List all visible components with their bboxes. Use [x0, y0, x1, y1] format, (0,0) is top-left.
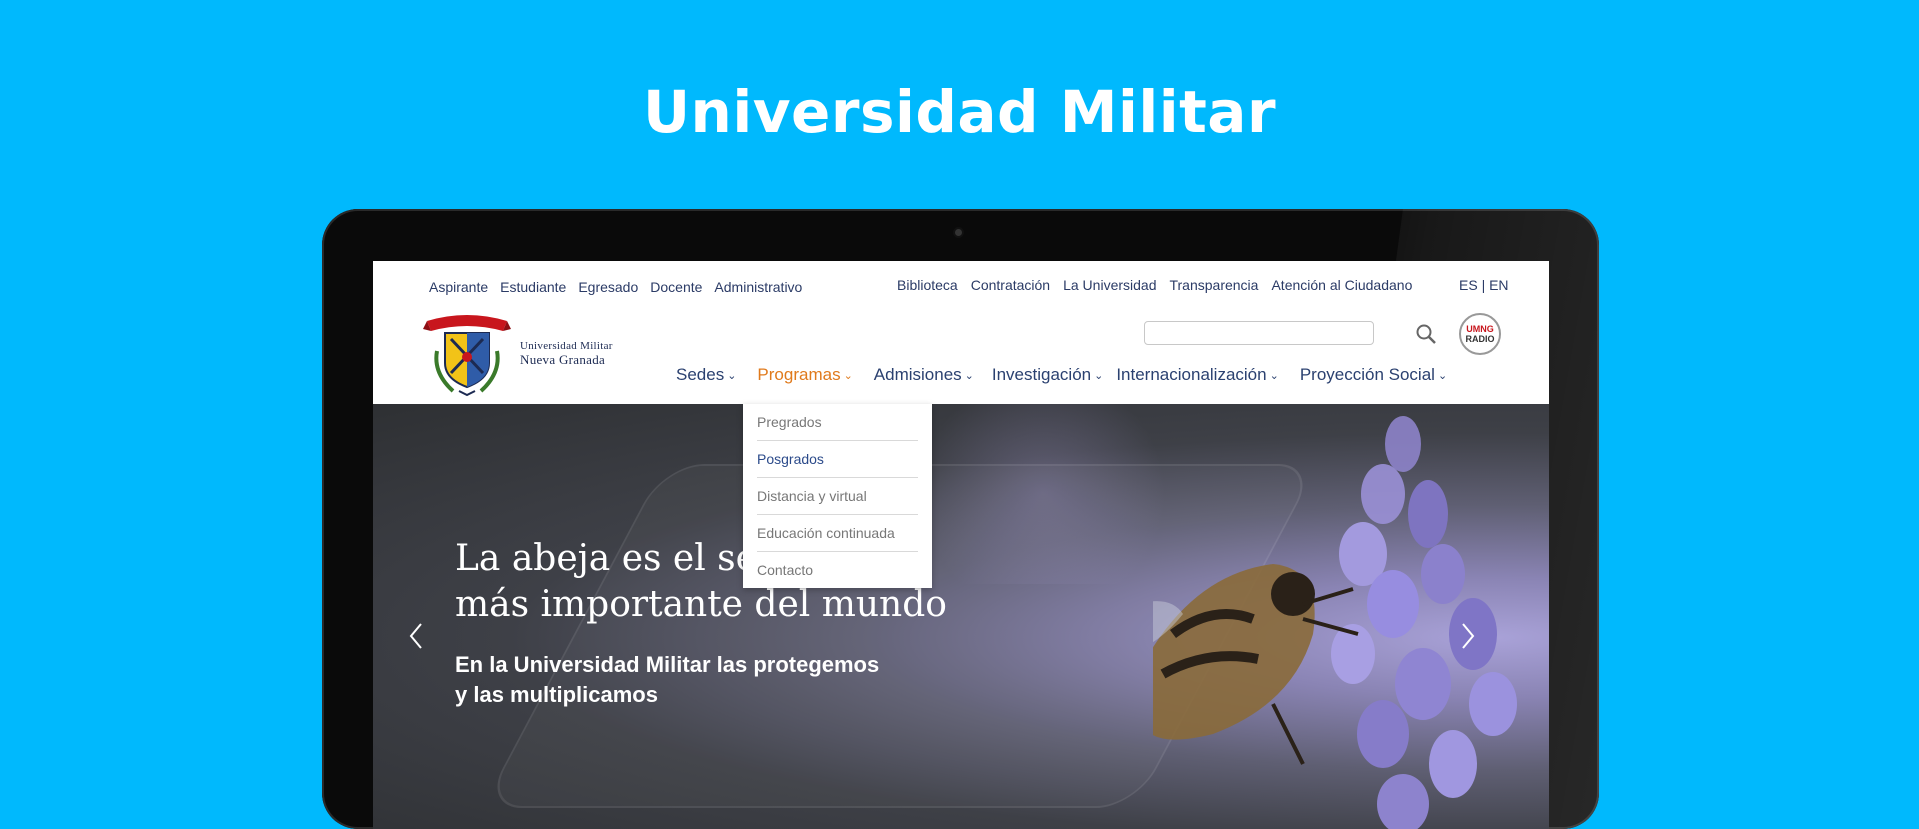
- audience-links: Aspirante Estudiante Egresado Docente Ad…: [429, 279, 802, 295]
- nav-admisiones[interactable]: Admisiones ⌄: [874, 365, 974, 385]
- page-headline: Universidad Militar: [642, 78, 1277, 146]
- language-switcher[interactable]: ES | EN: [1459, 277, 1509, 293]
- link-administrativo[interactable]: Administrativo: [714, 279, 802, 295]
- hero-title-line-2: más importante del mundo: [455, 584, 947, 625]
- radio-badge-line-1: UMNG: [1466, 324, 1494, 334]
- nav-proyeccion-social[interactable]: Proyección Social ⌄: [1300, 365, 1447, 385]
- hero-subtitle-line-2: y las multiplicamos: [455, 682, 658, 707]
- nav-proyeccion-social-label: Proyección Social: [1299, 365, 1435, 384]
- university-crest-logo[interactable]: [423, 311, 511, 397]
- nav-internacionalizacion-label: Internacionalización: [1116, 365, 1267, 384]
- dropdown-item-educacion-continuada[interactable]: Educación continuada: [757, 515, 918, 552]
- programas-dropdown-menu: Pregrados Posgrados Distancia y virtual …: [743, 404, 932, 588]
- main-nav: Sedes ⌄ Programas ⌄ Admisiones ⌄ Investigac…: [676, 365, 1447, 385]
- utility-links: Biblioteca Contratación La Universidad T…: [897, 277, 1412, 293]
- umng-radio-badge[interactable]: UMNG RADIO: [1458, 312, 1502, 356]
- nav-programas[interactable]: Programas ⌄: [757, 365, 852, 385]
- nav-investigacion[interactable]: Investigación ⌄: [992, 365, 1103, 385]
- wordmark-line-2: Nueva Granada: [520, 352, 606, 367]
- link-transparencia[interactable]: Transparencia: [1169, 277, 1258, 293]
- dropdown-item-contacto[interactable]: Contacto: [757, 552, 918, 588]
- slider-prev-arrow-icon[interactable]: [401, 616, 431, 656]
- hero-subtitle-line-1: En la Universidad Militar las protegemos: [455, 652, 880, 677]
- university-wordmark[interactable]: Universidad Militar Nueva Granada: [520, 339, 613, 367]
- nav-admisiones-label: Admisiones: [873, 365, 962, 384]
- link-aspirante[interactable]: Aspirante: [429, 279, 488, 295]
- hero-slider: La abeja es el ser vivo más importante d…: [373, 404, 1549, 829]
- website-screen: Aspirante Estudiante Egresado Docente Ad…: [373, 261, 1549, 829]
- chevron-down-icon: ⌄: [1094, 370, 1104, 382]
- nav-sedes[interactable]: Sedes ⌄: [676, 365, 736, 385]
- hero-subtitle: En la Universidad Militar las protegemos…: [455, 650, 879, 710]
- link-egresado[interactable]: Egresado: [578, 279, 638, 295]
- search-icon[interactable]: [1414, 322, 1438, 346]
- chevron-down-icon: ⌄: [727, 370, 737, 382]
- link-docente[interactable]: Docente: [650, 279, 702, 295]
- wordmark-line-1: Universidad Militar: [520, 340, 613, 352]
- nav-internacionalizacion[interactable]: Internacionalización ⌄: [1116, 365, 1278, 385]
- chevron-down-icon: ⌄: [1437, 370, 1448, 382]
- nav-sedes-label: Sedes: [676, 365, 725, 384]
- dropdown-item-posgrados[interactable]: Posgrados: [757, 441, 918, 478]
- link-estudiante[interactable]: Estudiante: [500, 279, 566, 295]
- chevron-down-icon: ⌄: [1269, 370, 1279, 382]
- laptop-frame: Aspirante Estudiante Egresado Docente Ad…: [322, 209, 1599, 829]
- nav-investigacion-label: Investigación: [991, 365, 1092, 384]
- webcam: [955, 229, 962, 236]
- lavender-bee-image: [1153, 416, 1517, 829]
- dropdown-item-distancia-virtual[interactable]: Distancia y virtual: [757, 478, 918, 515]
- link-atencion-ciudadano[interactable]: Atención al Ciudadano: [1271, 277, 1412, 293]
- chevron-down-icon: ⌄: [843, 370, 853, 382]
- radio-badge-line-2: RADIO: [1466, 334, 1495, 344]
- dropdown-item-pregrados[interactable]: Pregrados: [757, 404, 918, 441]
- search-input[interactable]: [1144, 321, 1374, 345]
- link-contratacion[interactable]: Contratación: [971, 277, 1050, 293]
- link-biblioteca[interactable]: Biblioteca: [897, 277, 958, 293]
- chevron-down-icon: ⌄: [964, 370, 974, 382]
- slider-next-arrow-icon[interactable]: [1453, 616, 1483, 656]
- nav-programas-label: Programas: [757, 365, 841, 384]
- link-la-universidad[interactable]: La Universidad: [1063, 277, 1156, 293]
